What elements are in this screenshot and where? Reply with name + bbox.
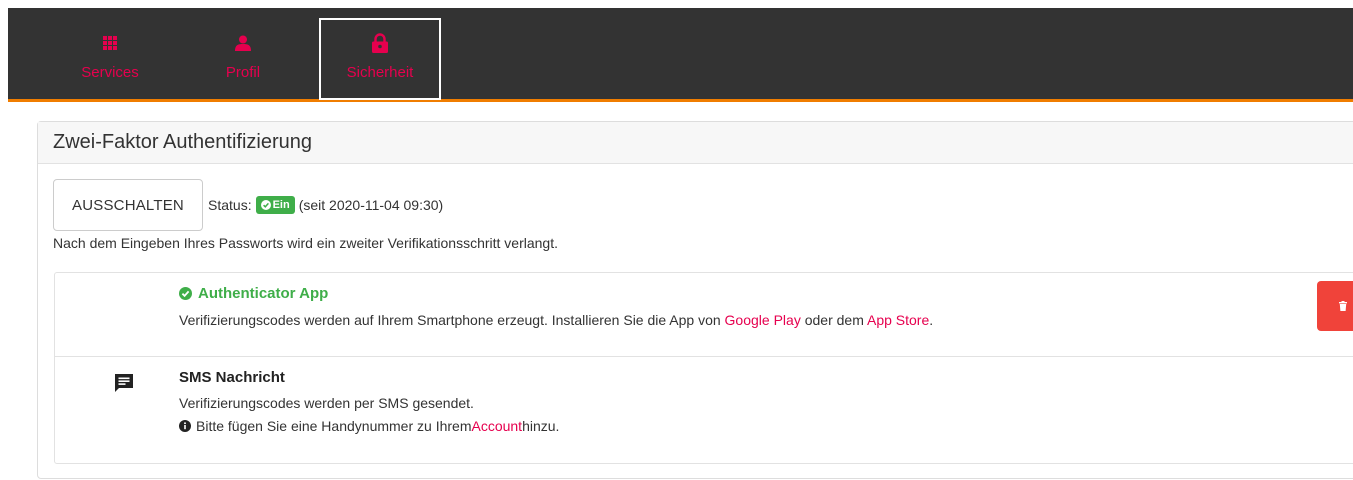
method-description: Verifizierungscodes werden auf Ihrem Sma… (179, 312, 933, 328)
desc-text-2: oder dem (800, 312, 867, 328)
note-text-2: hinzu. (522, 418, 560, 434)
status-label: Status: (208, 197, 252, 213)
method-title-text: Authenticator App (198, 285, 329, 302)
desc-text-3: . (929, 312, 934, 328)
google-play-link[interactable]: Google Play (725, 312, 801, 328)
user-icon (235, 32, 251, 54)
desc-text-1: Verifizierungscodes werden auf Ihrem Sma… (179, 312, 725, 328)
delete-authenticator-button[interactable] (1317, 281, 1353, 331)
note-text-1: Bitte fügen Sie eine Handynummer zu Ihre… (196, 418, 472, 434)
status-line: Status: Ein (seit 2020-11-04 09:30) (208, 196, 443, 214)
lock-icon (372, 32, 388, 54)
method-note: Bitte fügen Sie eine Handynummer zu Ihre… (179, 418, 559, 434)
disable-2fa-button[interactable]: AUSSCHALTEN (53, 179, 203, 231)
method-title: SMS Nachricht (179, 369, 285, 386)
status-since: (seit 2020-11-04 09:30) (298, 197, 444, 213)
nav-item-profil[interactable]: Profil (210, 18, 276, 100)
nav-item-sicherheit[interactable]: Sicherheit (319, 18, 441, 100)
method-title: Authenticator App (179, 285, 328, 302)
nav-item-services[interactable]: Services (62, 18, 158, 100)
two-factor-card: Zwei-Faktor Authentifizierung AUSSCHALTE… (37, 121, 1353, 479)
nav-label-services: Services (81, 64, 139, 81)
grid-icon (103, 32, 117, 54)
check-circle-icon (260, 200, 271, 210)
account-link[interactable]: Account (471, 418, 522, 434)
method-sms: SMS Nachricht Verifizierungscodes werden… (55, 357, 1353, 463)
method-authenticator-app: Authenticator App Verifizierungscodes we… (55, 273, 1353, 357)
info-text: Nach dem Eingeben Ihres Passworts wird e… (53, 235, 558, 251)
status-badge: Ein (255, 196, 295, 214)
card-title: Zwei-Faktor Authentifizierung (38, 122, 1353, 164)
trash-icon (1339, 301, 1347, 311)
nav-label-sicherheit: Sicherheit (346, 64, 414, 81)
check-circle-icon (179, 287, 192, 300)
top-navbar: Services Profil Sicherheit (8, 8, 1353, 102)
info-icon (179, 420, 191, 432)
method-description: Verifizierungscodes werden per SMS gesen… (179, 395, 474, 411)
method-title-text: SMS Nachricht (179, 369, 285, 386)
methods-list: Authenticator App Verifizierungscodes we… (54, 272, 1353, 464)
app-store-link[interactable]: App Store (867, 312, 929, 328)
message-icon (115, 374, 133, 392)
status-badge-text: Ein (272, 199, 290, 211)
nav-label-profil: Profil (225, 64, 261, 81)
